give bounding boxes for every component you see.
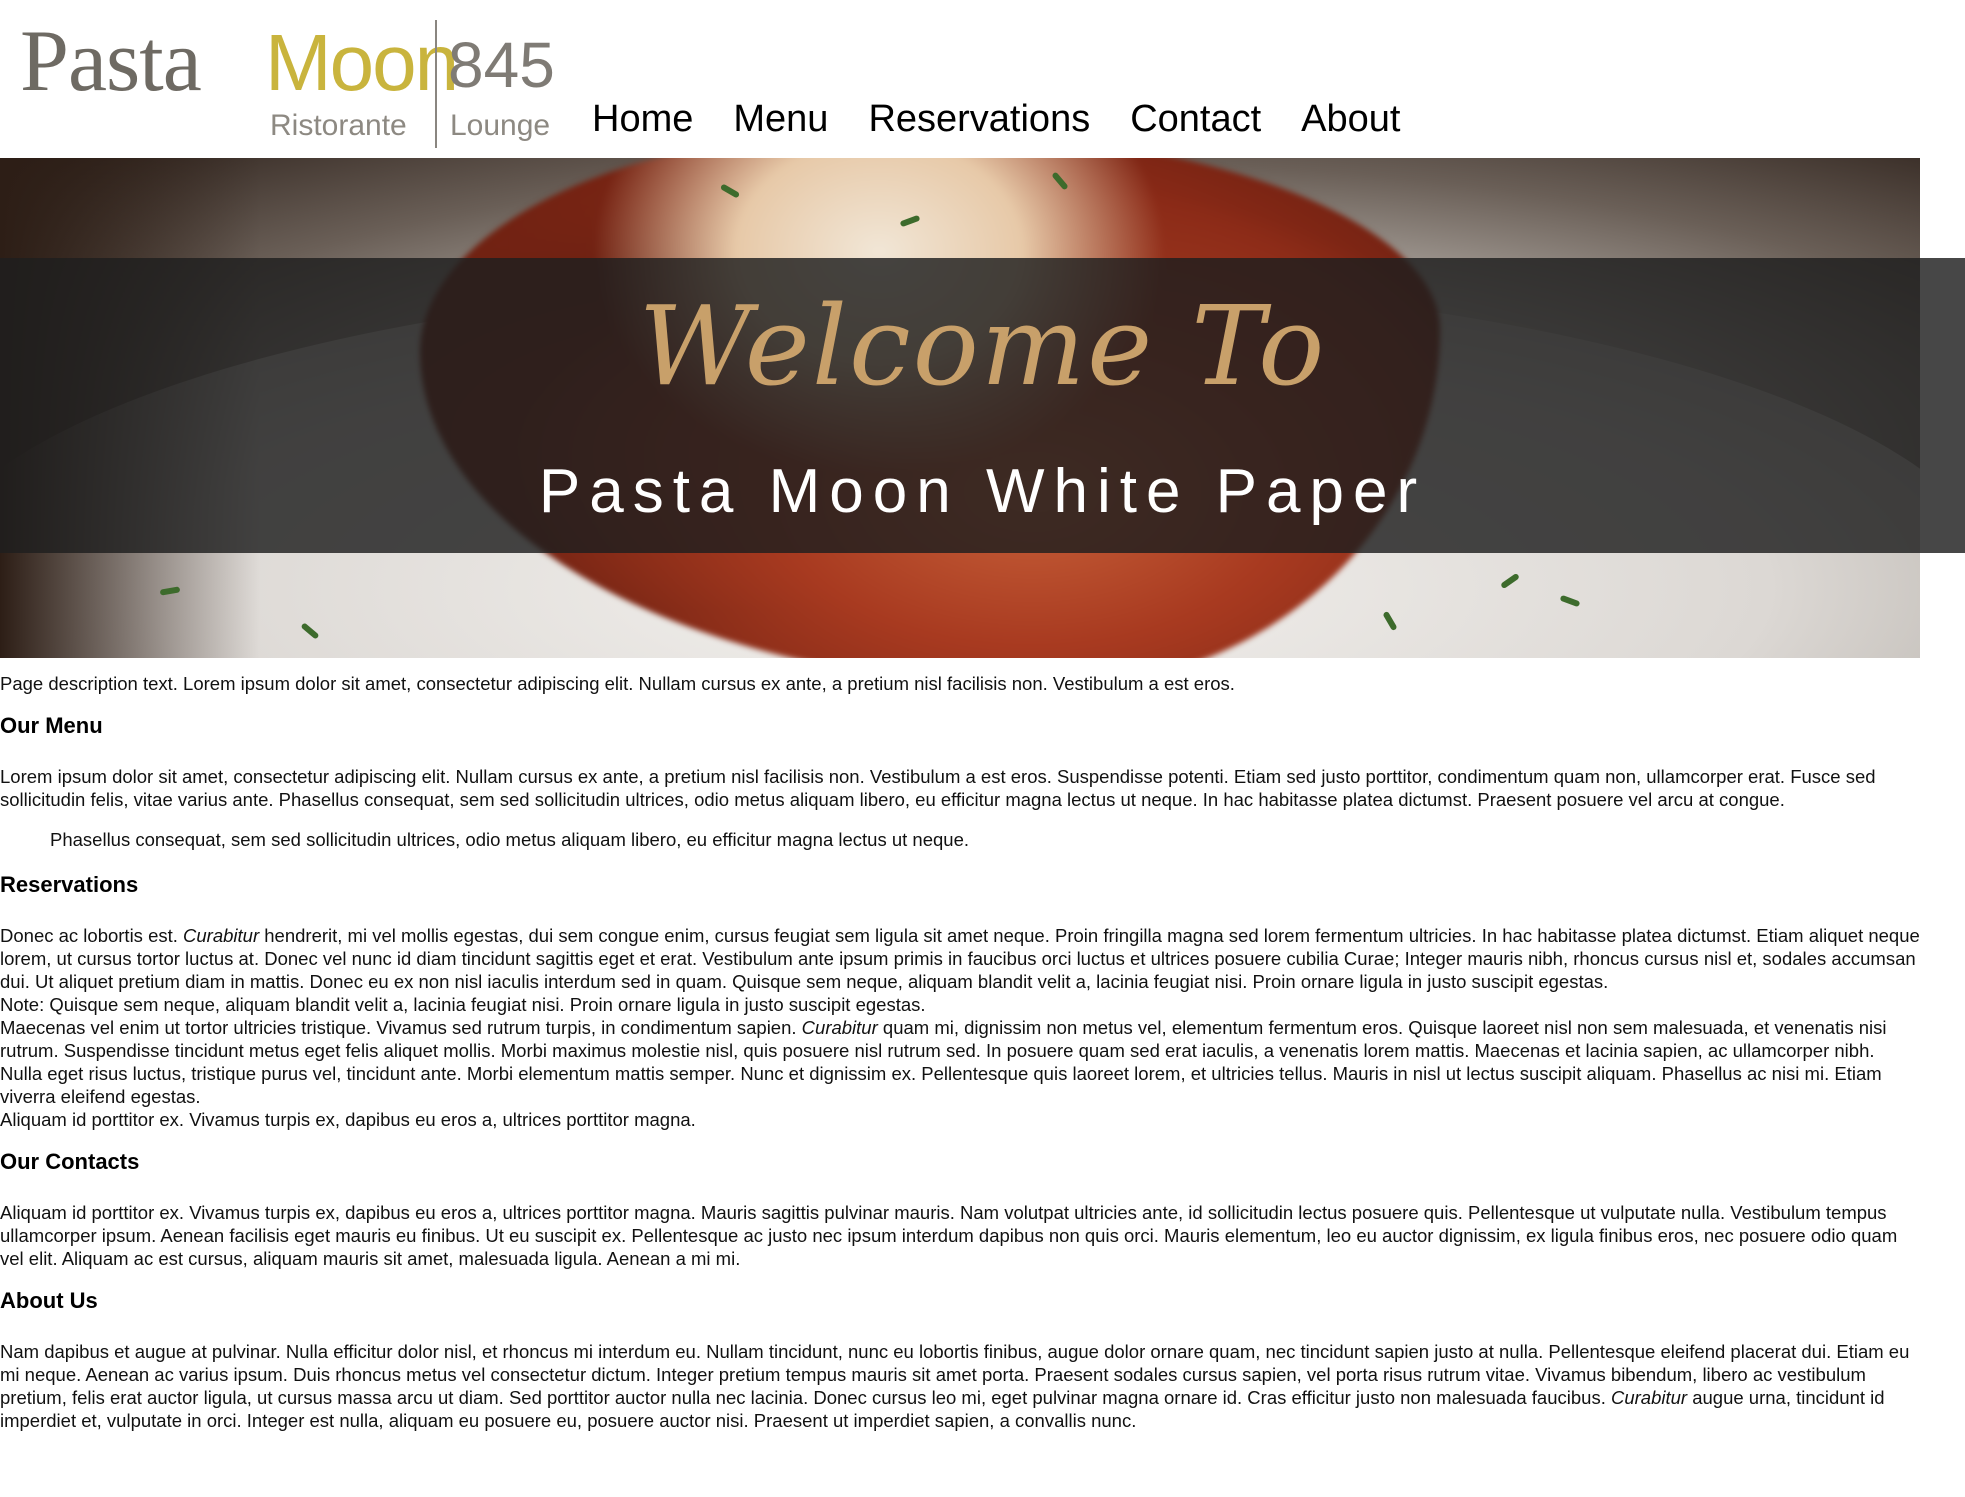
logo-divider — [435, 20, 437, 148]
logo-pasta-text: Pasta — [20, 13, 202, 110]
page-content: Page description text. Lorem ipsum dolor… — [0, 672, 1920, 1449]
reservations-paragraph-1: Donec ac lobortis est. Curabitur hendrer… — [0, 924, 1920, 993]
section-heading-about: About Us — [0, 1288, 98, 1313]
nav-reservations[interactable]: Reservations — [868, 96, 1090, 142]
nav-menu[interactable]: Menu — [733, 96, 828, 142]
nav-contact[interactable]: Contact — [1130, 96, 1261, 142]
reservations-p1-end: hendrerit, mi vel mollis egestas, dui se… — [0, 925, 1920, 992]
site-header: Pasta Moon 845 Ristorante Lounge Home Me… — [0, 0, 1965, 158]
main-nav: Home Menu Reservations Contact About — [592, 96, 1440, 142]
site-logo[interactable]: Pasta Moon 845 Ristorante Lounge — [20, 18, 560, 150]
menu-text: Lorem ipsum dolor sit amet, consectetur … — [0, 766, 1876, 810]
reservations-p2-emphasis: Curabitur — [801, 1017, 878, 1038]
logo-lounge: Lounge — [450, 109, 551, 142]
reservations-paragraph-2: Maecenas vel enim ut tortor ultricies tr… — [0, 1016, 1920, 1108]
page-description: Page description text. Lorem ipsum dolor… — [0, 673, 1235, 694]
menu-quote: Phasellus consequat, sem sed sollicitudi… — [50, 829, 969, 850]
hero-welcome-script: Welcome To — [638, 282, 1327, 410]
logo-number: 845 — [448, 29, 555, 101]
reservations-p1-start: Donec ac lobortis est. — [0, 925, 184, 946]
hero-title: Pasta Moon White Paper — [538, 457, 1427, 526]
reservations-note: Note: Quisque sem neque, aliquam blandit… — [0, 994, 926, 1015]
section-heading-menu: Our Menu — [0, 713, 103, 738]
section-heading-reservations: Reservations — [0, 872, 139, 897]
reservations-p2-start: Maecenas vel enim ut tortor ultricies tr… — [0, 1017, 802, 1038]
nav-home[interactable]: Home — [592, 96, 693, 142]
nav-about[interactable]: About — [1301, 96, 1400, 142]
contacts-text: Aliquam id porttitor ex. Vivamus turpis … — [0, 1202, 1898, 1269]
about-text: Nam dapibus et augue at pulvinar. Nulla … — [0, 1340, 1920, 1432]
logo-ristorante: Ristorante — [270, 109, 407, 142]
reservations-text: Donec ac lobortis est. Curabitur hendrer… — [0, 924, 1920, 1131]
reservations-p1-emphasis: Curabitur — [183, 925, 260, 946]
section-heading-contacts: Our Contacts — [0, 1149, 140, 1174]
reservations-paragraph-3: Aliquam id porttitor ex. Vivamus turpis … — [0, 1109, 696, 1130]
about-text-emphasis: Curabitur — [1610, 1387, 1688, 1408]
logo-moon-text: Moon — [265, 18, 459, 107]
